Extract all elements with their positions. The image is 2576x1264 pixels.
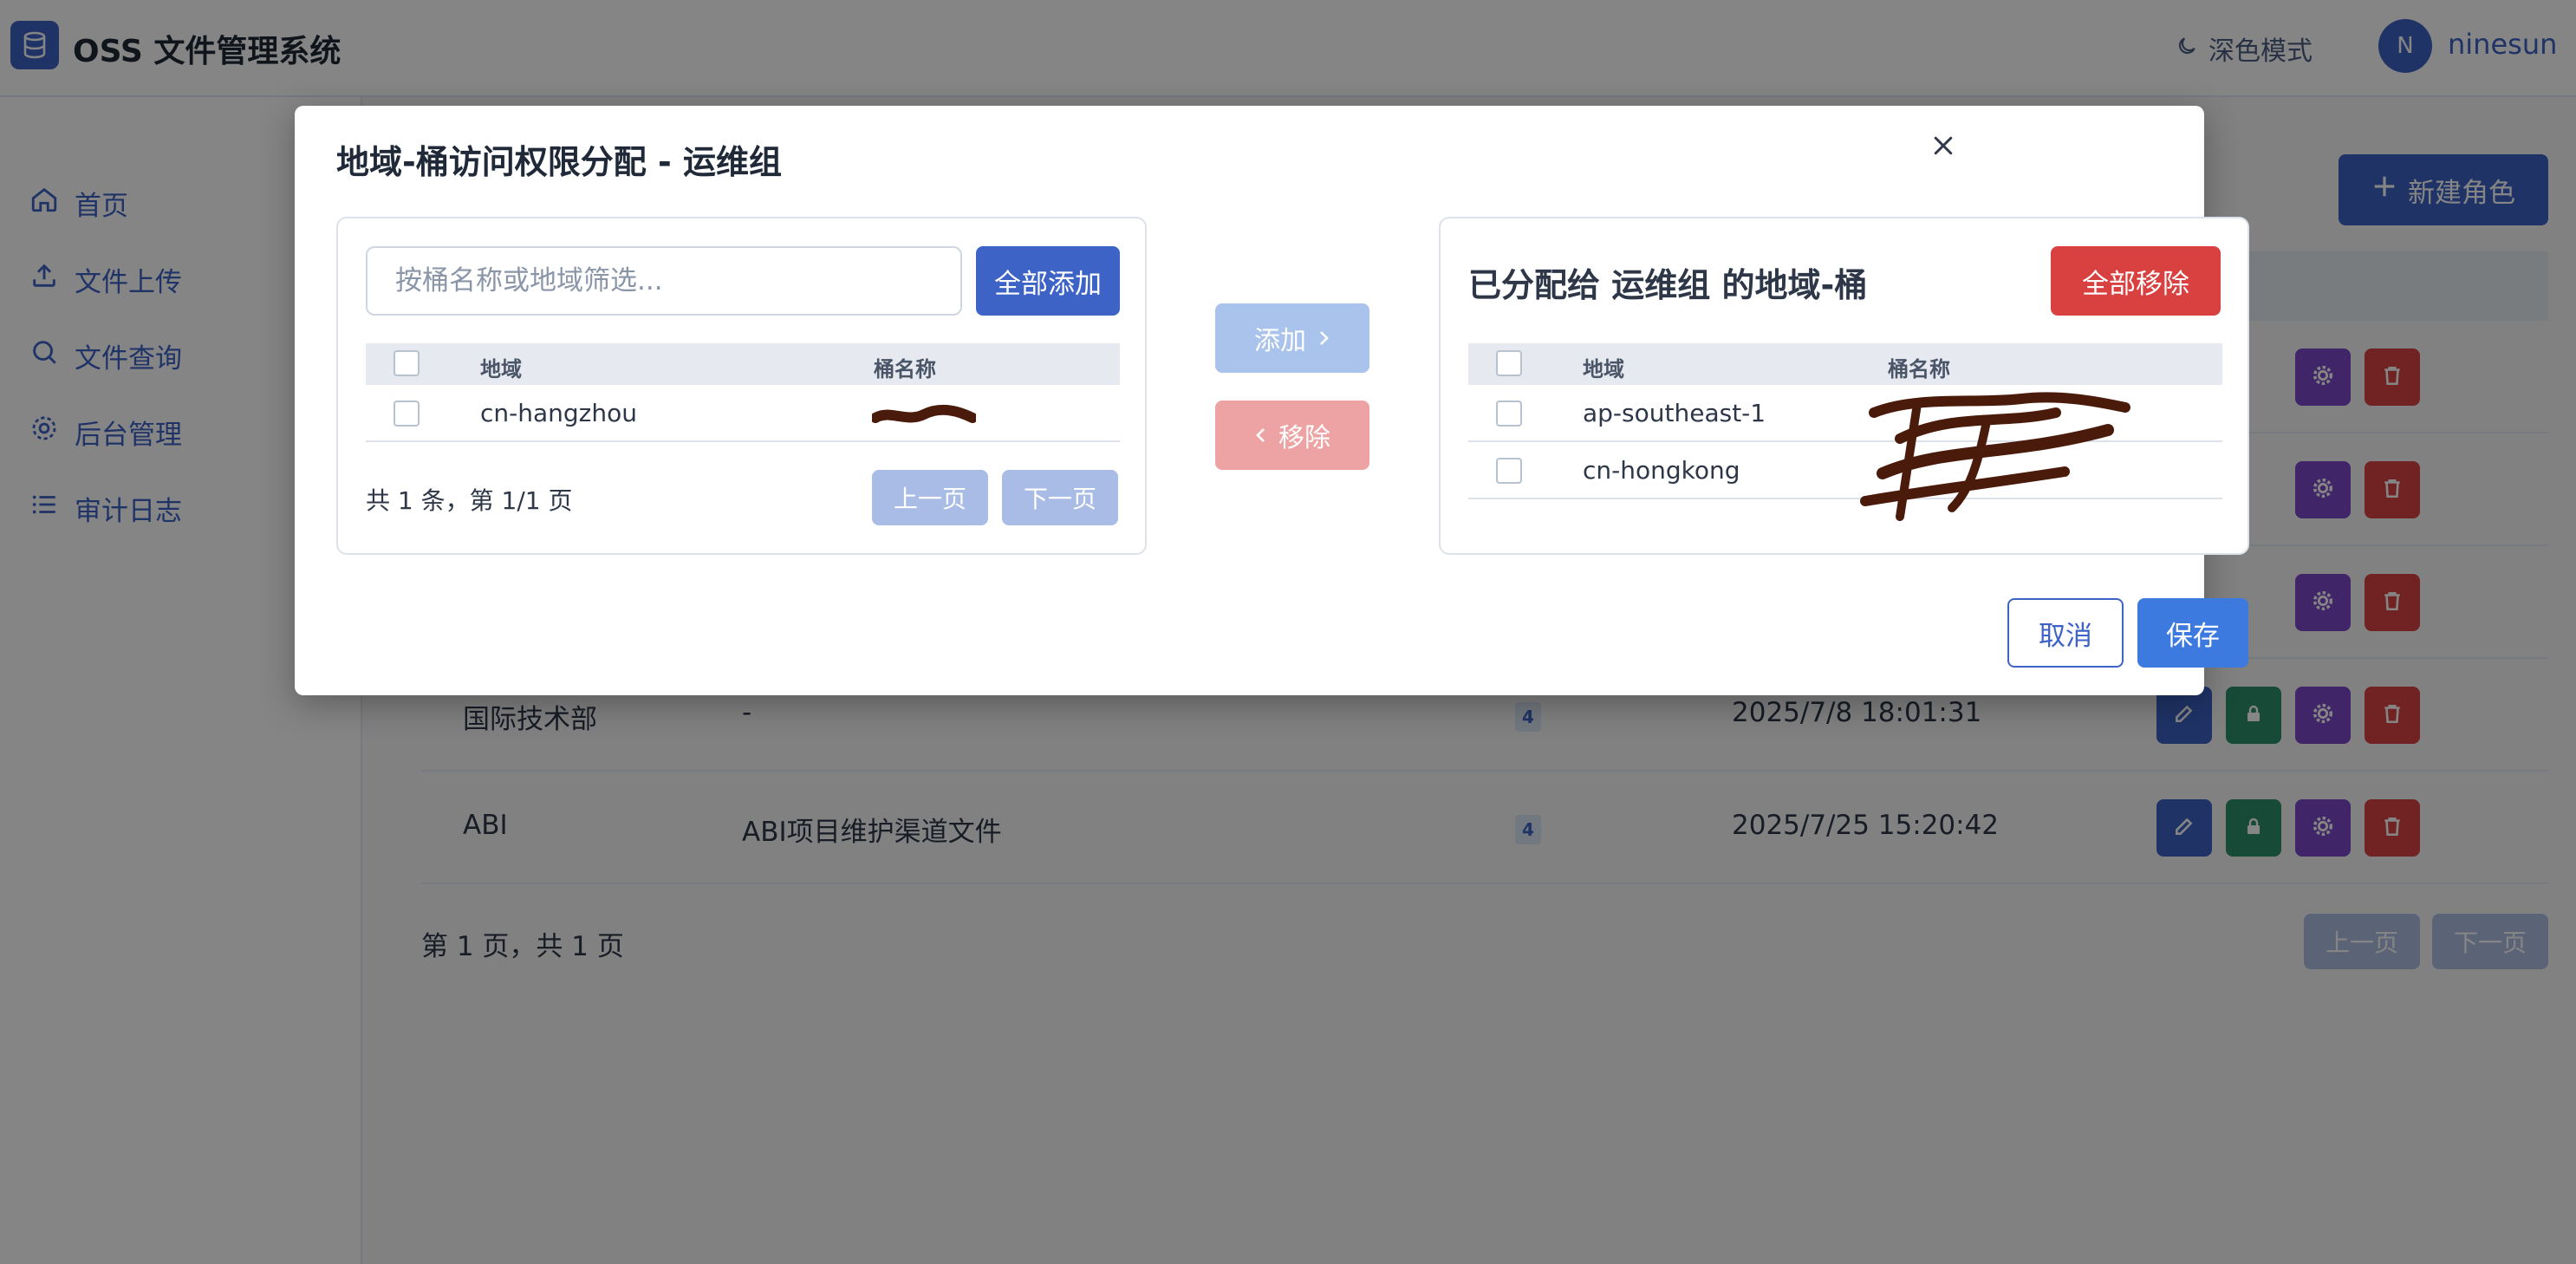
chevron-left-icon xyxy=(1254,420,1266,451)
add-all-button[interactable]: 全部添加 xyxy=(976,246,1120,316)
available-table-header: 地域 桶名称 xyxy=(366,343,1120,385)
close-icon[interactable] xyxy=(1926,128,1961,163)
column-region: 地域 xyxy=(480,357,522,381)
table-row[interactable]: cn-hangzhou xyxy=(366,385,1120,442)
remove-all-button[interactable]: 全部移除 xyxy=(2051,246,2221,316)
assigned-table-header: 地域 桶名称 xyxy=(1468,343,2222,385)
assigned-title: 已分配给 运维组 的地域-桶 xyxy=(1468,266,1868,304)
select-all-checkbox[interactable] xyxy=(394,350,420,376)
prev-page-button[interactable]: 上一页 xyxy=(872,470,988,525)
remove-button[interactable]: 移除 xyxy=(1215,401,1369,470)
row-checkbox[interactable] xyxy=(394,401,420,427)
assigned-buckets-panel: 已分配给 运维组 的地域-桶 全部移除 地域 桶名称 ap-southeast-… xyxy=(1439,217,2249,555)
available-buckets-panel: 全部添加 地域 桶名称 cn-hangzhou 共 1 条，第 1/1 页 上一… xyxy=(336,217,1147,555)
bucket-permission-dialog: 地域-桶访问权限分配 - 运维组 全部添加 地域 桶名称 cn-hangzhou… xyxy=(295,106,2249,695)
pagination-info: 共 1 条，第 1/1 页 xyxy=(366,486,573,515)
region-cell: ap-southeast-1 xyxy=(1583,399,1766,427)
chevron-right-icon xyxy=(1318,323,1330,354)
column-bucket-name: 桶名称 xyxy=(1888,357,1950,381)
add-button[interactable]: 添加 xyxy=(1215,303,1369,373)
region-cell: cn-hangzhou xyxy=(480,399,637,427)
dialog-title: 地域-桶访问权限分配 - 运维组 xyxy=(336,143,783,181)
region-cell: cn-hongkong xyxy=(1583,456,1740,485)
row-checkbox[interactable] xyxy=(1496,458,1522,484)
column-region: 地域 xyxy=(1583,357,1624,381)
next-page-button[interactable]: 下一页 xyxy=(1002,470,1118,525)
add-label: 添加 xyxy=(1254,326,1306,356)
redaction-scribble xyxy=(872,404,976,423)
cancel-button[interactable]: 取消 xyxy=(2007,598,2124,668)
row-checkbox[interactable] xyxy=(1496,401,1522,427)
bucket-filter-input[interactable] xyxy=(366,246,962,316)
redaction-scribble xyxy=(1860,392,2130,521)
save-button[interactable]: 保存 xyxy=(2137,598,2248,668)
select-all-checkbox[interactable] xyxy=(1496,350,1522,376)
remove-label: 移除 xyxy=(1278,423,1330,453)
column-bucket-name: 桶名称 xyxy=(874,357,936,381)
